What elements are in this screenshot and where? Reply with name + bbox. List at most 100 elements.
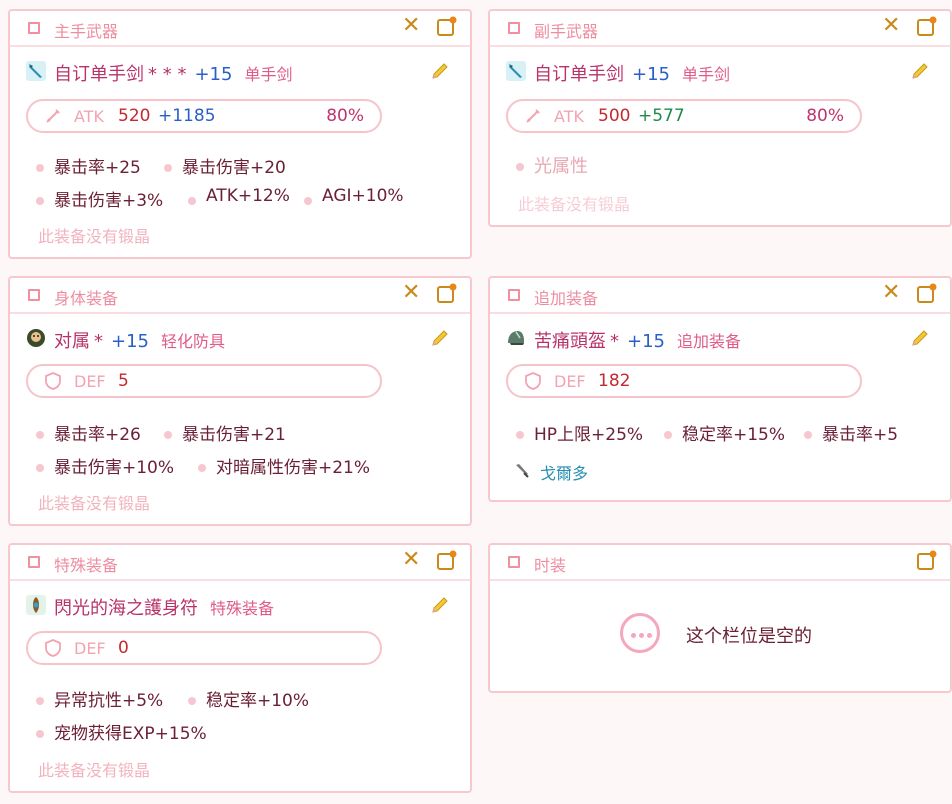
stat-label: ATK xyxy=(554,107,584,126)
more-icon xyxy=(620,613,660,653)
stat-value: 5 xyxy=(118,371,129,391)
pencil-icon[interactable] xyxy=(910,328,930,348)
item-row: 对属 * +15 轻化防具 xyxy=(10,324,470,352)
item-type: 特殊装备 xyxy=(210,599,275,618)
stat-value: 0 xyxy=(118,638,129,658)
attribute: 稳定率+10% xyxy=(187,686,309,711)
sub-weapon-card: 副手武器 ✕ 自订单手剑 +15 单手剑 ATK 500 +577 80% 光属性 … xyxy=(488,9,952,227)
sword-icon xyxy=(26,61,46,81)
main-weapon-card: 主手武器 ✕ 自订单手剑 * * * +15 单手剑 ATK 520 +1185 80… xyxy=(8,9,472,259)
shield-icon xyxy=(525,372,541,390)
attribute: 光属性 xyxy=(516,152,588,178)
fashion-card: 时装 这个栏位是空的 xyxy=(488,543,952,693)
card-title: 追加装备 xyxy=(534,289,599,308)
crystal-note: 此装备没有锻晶 xyxy=(518,195,631,214)
attribute: 暴击率+25 xyxy=(36,153,141,178)
armor-icon xyxy=(27,329,45,347)
stat-label: DEF xyxy=(74,372,106,391)
attribute: 稳定率+15% xyxy=(663,420,785,445)
helmet-icon xyxy=(508,331,524,345)
additional-gear-card: 追加装备 ✕ 苦痛頭盔 * +15 追加装备 DEF 182 HP上限+25% 稳定率… xyxy=(488,276,952,502)
sword-icon xyxy=(46,109,60,123)
card-header: 副手武器 ✕ xyxy=(490,11,950,47)
stat-pill: DEF 182 xyxy=(506,364,862,398)
item-name[interactable]: 閃光的海之護身符 xyxy=(54,598,198,619)
close-icon[interactable]: ✕ xyxy=(402,549,420,571)
pencil-icon[interactable] xyxy=(910,61,930,81)
card-title: 时装 xyxy=(534,556,567,575)
card-title: 身体装备 xyxy=(54,289,119,308)
card-header: 特殊装备 ✕ xyxy=(10,545,470,581)
close-icon[interactable]: ✕ xyxy=(402,282,420,304)
card-title: 主手武器 xyxy=(54,22,119,41)
pencil-icon[interactable] xyxy=(430,595,450,615)
edit-icon[interactable] xyxy=(436,283,458,305)
edit-icon[interactable] xyxy=(916,16,938,38)
edit-icon[interactable] xyxy=(436,16,458,38)
stat-label: ATK xyxy=(74,107,104,126)
item-refine: +15 xyxy=(111,331,149,352)
stat-add: +1185 xyxy=(158,106,216,126)
attribute: ATK+12% xyxy=(188,186,290,206)
item-name[interactable]: 对属 xyxy=(54,331,90,352)
stat-pill: ATK 520 +1185 80% xyxy=(26,99,382,133)
crystal-note: 此装备没有锻晶 xyxy=(38,494,151,513)
shield-icon xyxy=(45,639,61,657)
card-header: 追加装备 ✕ xyxy=(490,278,950,314)
item-stars: * xyxy=(94,331,103,352)
edit-icon[interactable] xyxy=(916,283,938,305)
attribute: 暴击率+5 xyxy=(803,420,898,445)
checkbox-icon[interactable] xyxy=(28,22,40,34)
checkbox-icon[interactable] xyxy=(508,289,520,301)
item-type: 单手剑 xyxy=(244,65,293,84)
attribute: 暴击伤害+10% xyxy=(35,453,174,478)
pencil-icon[interactable] xyxy=(430,61,450,81)
edit-icon[interactable] xyxy=(436,550,458,572)
close-icon[interactable]: ✕ xyxy=(882,15,900,37)
item-row: 自订单手剑 +15 单手剑 xyxy=(490,57,950,85)
close-icon[interactable]: ✕ xyxy=(402,15,420,37)
sword-icon xyxy=(506,61,526,81)
body-armor-card: 身体装备 ✕ 对属 * +15 轻化防具 DEF 5 暴击率+26 暴击伤害+21 暴… xyxy=(8,276,472,526)
checkbox-icon[interactable] xyxy=(28,289,40,301)
attribute: 暴击率+26 xyxy=(36,420,141,445)
attribute: 暴击伤害+20 xyxy=(164,153,286,178)
card-header: 时装 xyxy=(490,545,950,581)
stat-pill: ATK 500 +577 80% xyxy=(506,99,862,133)
stat-pill: DEF 0 xyxy=(26,631,382,665)
stat-percent: 80% xyxy=(326,106,364,126)
stat-value: 182 xyxy=(598,371,631,391)
xtal-link[interactable]: 戈爾多 xyxy=(540,460,588,484)
xtal-icon xyxy=(516,464,529,478)
item-type: 追加装备 xyxy=(677,332,742,351)
stat-value: 500 xyxy=(598,106,631,126)
close-icon[interactable]: ✕ xyxy=(882,282,900,304)
item-row: 閃光的海之護身符 特殊装备 xyxy=(10,591,470,619)
edit-icon[interactable] xyxy=(916,550,938,572)
item-name[interactable]: 自订单手剑 xyxy=(534,64,624,85)
pencil-icon[interactable] xyxy=(430,328,450,348)
crystal-note: 此装备没有锻晶 xyxy=(38,761,151,780)
attribute: AGI+10% xyxy=(304,186,404,206)
stat-add: +577 xyxy=(638,106,685,126)
item-stars: * * * xyxy=(148,64,187,85)
attribute: 异常抗性+5% xyxy=(35,686,163,711)
sword-icon xyxy=(526,109,540,123)
stat-label: DEF xyxy=(74,639,106,658)
empty-slot-text: 这个栏位是空的 xyxy=(686,626,812,647)
stat-label: DEF xyxy=(554,372,586,391)
checkbox-icon[interactable] xyxy=(508,22,520,34)
stat-value: 520 xyxy=(118,106,151,126)
item-name[interactable]: 苦痛頭盔 xyxy=(534,331,606,352)
stat-percent: 80% xyxy=(806,106,844,126)
attribute: 暴击伤害+3% xyxy=(35,186,163,211)
special-gear-card: 特殊装备 ✕ 閃光的海之護身符 特殊装备 DEF 0 异常抗性+5% 稳定率+10… xyxy=(8,543,472,793)
item-row: 自订单手剑 * * * +15 单手剑 xyxy=(10,57,470,85)
card-header: 身体装备 ✕ xyxy=(10,278,470,314)
attribute: HP上限+25% xyxy=(515,420,643,445)
card-title: 特殊装备 xyxy=(54,556,119,575)
item-refine: +15 xyxy=(627,331,665,352)
checkbox-icon[interactable] xyxy=(508,556,520,568)
item-name[interactable]: 自订单手剑 xyxy=(54,64,144,85)
checkbox-icon[interactable] xyxy=(28,556,40,568)
